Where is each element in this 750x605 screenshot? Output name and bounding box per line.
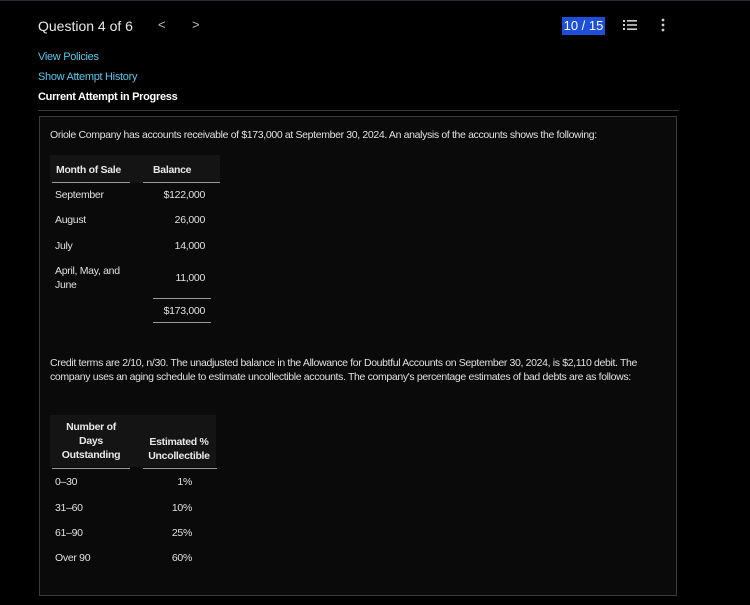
table2-days-cell: Over 90 bbox=[55, 552, 91, 564]
show-attempt-history-link[interactable]: Show Attempt History bbox=[38, 71, 137, 83]
table2-percent-cell: 25% bbox=[171, 527, 192, 539]
table2-header-rule bbox=[52, 468, 130, 469]
question-card: Oriole Company has accounts receivable o… bbox=[39, 116, 677, 596]
more-vertical-icon[interactable] bbox=[658, 17, 668, 33]
table1-month-cell: April, May, and June bbox=[55, 265, 120, 291]
table1-header-rule bbox=[52, 182, 130, 183]
table1-balance-cell: 11,000 bbox=[175, 272, 205, 284]
table1-balance-cell: $122,000 bbox=[163, 189, 206, 201]
table1-header-balance: Balance bbox=[153, 164, 192, 176]
next-question-button[interactable]: > bbox=[192, 17, 200, 32]
table2-header-rule bbox=[143, 468, 217, 469]
list-icon[interactable] bbox=[622, 17, 638, 33]
table1-header-rule bbox=[143, 182, 220, 183]
table1-month-cell: July bbox=[55, 240, 73, 252]
previous-question-button[interactable]: < bbox=[158, 17, 166, 32]
question-paragraph-2: Credit terms are 2/10, n/30. The unadjus… bbox=[50, 357, 638, 383]
progress-badge: 10 / 15 bbox=[562, 17, 605, 35]
top-border bbox=[0, 0, 750, 1]
question-intro: Oriole Company has accounts receivable o… bbox=[50, 129, 597, 141]
divider bbox=[38, 110, 679, 111]
table1-total-rule-bottom bbox=[153, 322, 211, 323]
table2-header-days: Number of Days Outstanding bbox=[61, 421, 121, 461]
table2-days-cell: 31–60 bbox=[55, 502, 83, 514]
table2-percent-cell: 1% bbox=[177, 476, 192, 488]
table1-balance-cell: 14,000 bbox=[174, 240, 206, 252]
table1-month-cell: August bbox=[55, 214, 86, 226]
table2-percent-cell: 10% bbox=[171, 502, 192, 514]
table2-percent-cell: 60% bbox=[171, 552, 192, 564]
table2-days-cell: 0–30 bbox=[55, 476, 78, 488]
attempt-status: Current Attempt in Progress bbox=[38, 91, 178, 103]
table1-month-cell: September bbox=[55, 189, 104, 201]
table2-header-estimated: Estimated % Uncollectible bbox=[148, 436, 210, 462]
table1-balance-cell: 26,000 bbox=[174, 214, 206, 226]
table2-days-cell: 61–90 bbox=[55, 527, 83, 539]
view-policies-link[interactable]: View Policies bbox=[38, 51, 99, 63]
question-counter: Question 4 of 6 bbox=[38, 18, 133, 34]
table1-header-month: Month of Sale bbox=[56, 164, 121, 176]
table1-total-rule-top bbox=[153, 298, 211, 299]
table1-total-cell: $173,000 bbox=[163, 305, 206, 317]
